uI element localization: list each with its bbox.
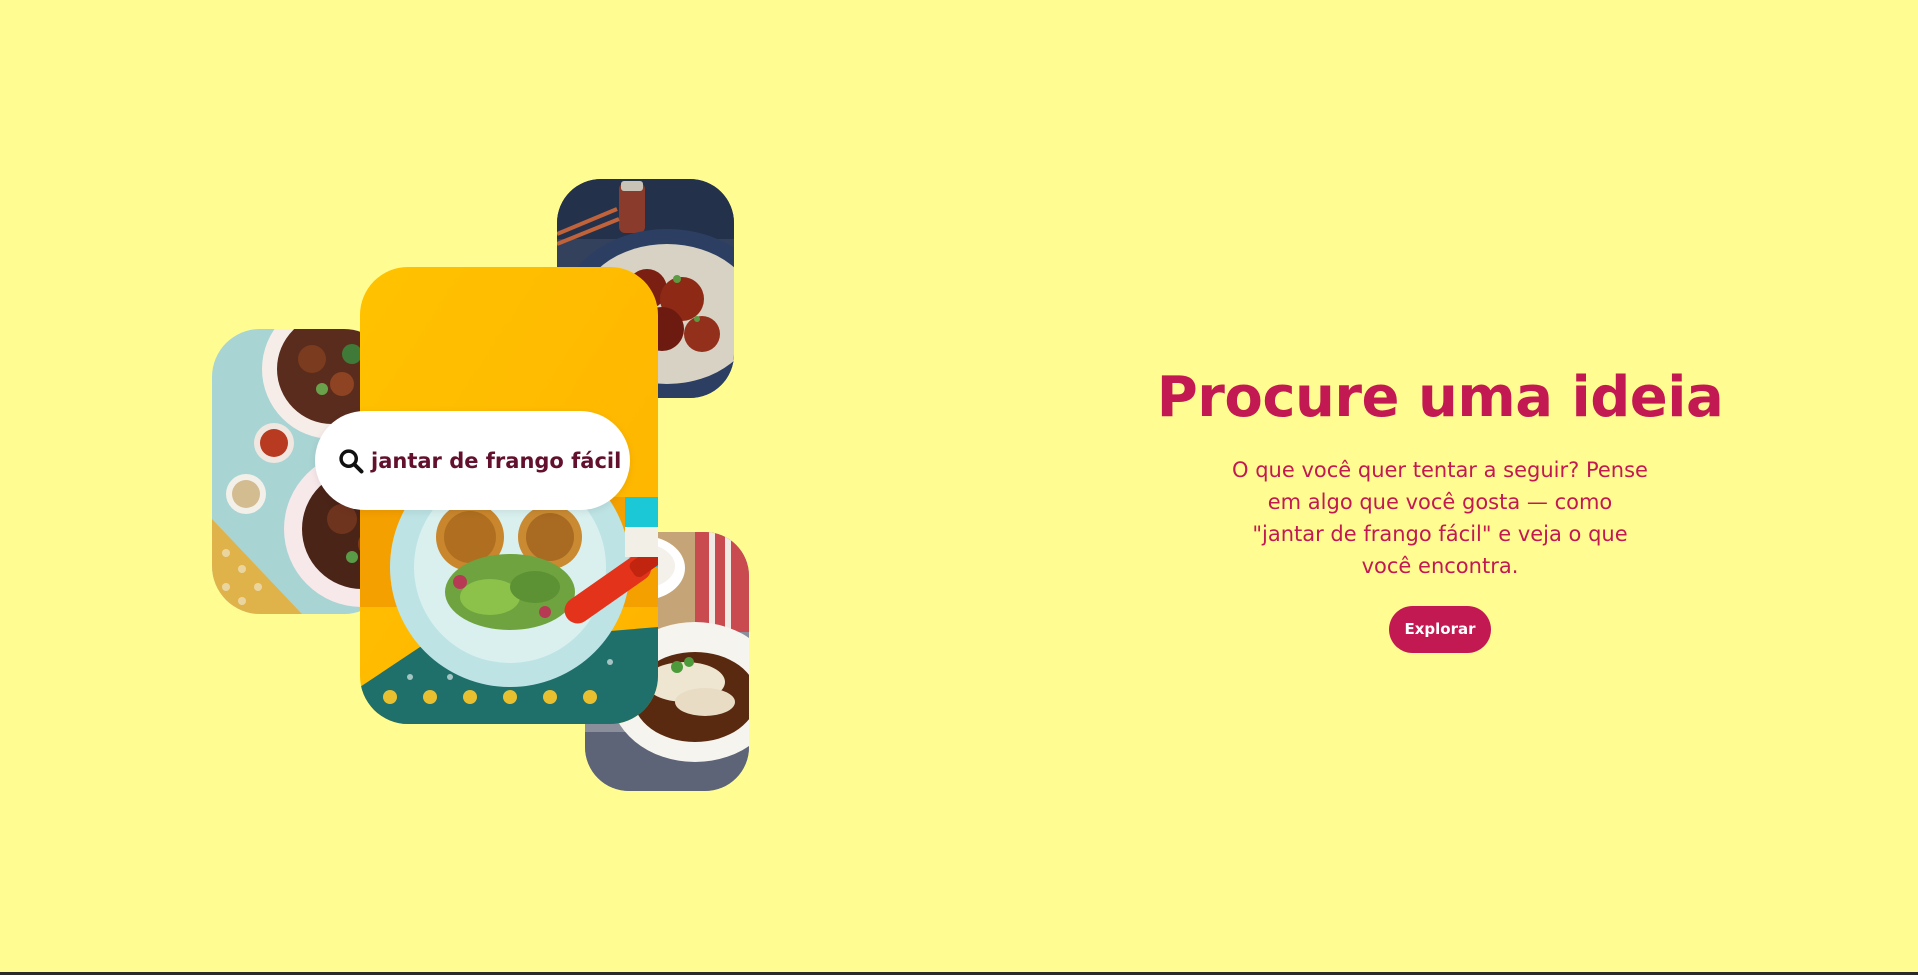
search-icon	[339, 448, 364, 473]
search-pill: jantar de frango fácil	[315, 411, 630, 510]
search-query-text: jantar de frango fácil	[371, 448, 622, 473]
section-description: O que você quer tentar a seguir? Pense e…	[1232, 458, 1648, 578]
food-collage: jantar de frango fácil	[0, 0, 900, 975]
hero-content: Procure uma ideia O que você quer tentar…	[1140, 360, 1740, 653]
section-title: Procure uma ideia	[1156, 365, 1724, 430]
search-idea-section: jantar de frango fácil Procure uma ideia…	[0, 0, 1918, 975]
explore-button[interactable]: Explorar	[1389, 606, 1491, 653]
